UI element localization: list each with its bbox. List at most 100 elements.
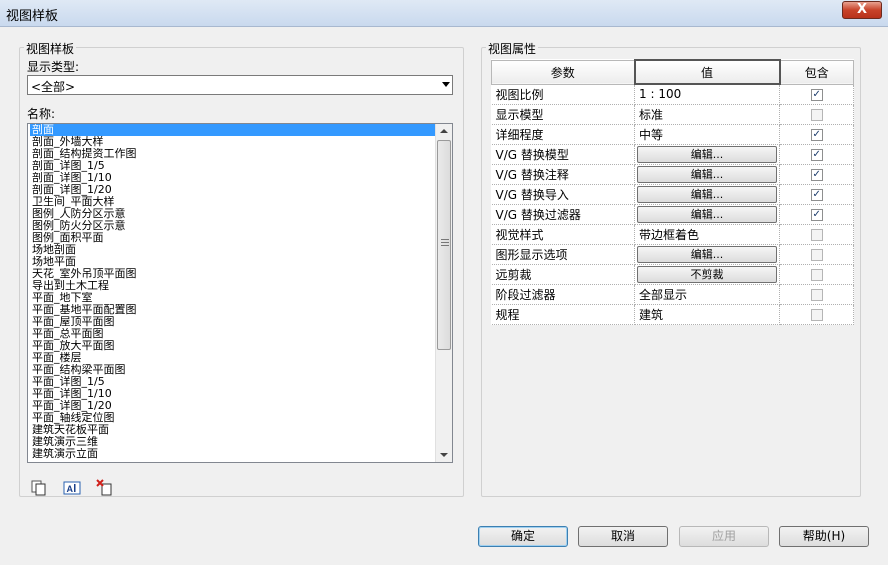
list-item[interactable]: 图例_人防分区示意 xyxy=(30,208,435,220)
value-cell: 1 : 100 xyxy=(634,84,781,105)
edit-button[interactable]: 编辑... xyxy=(637,165,778,183)
delete-icon[interactable] xyxy=(96,479,114,497)
edit-button[interactable]: 不剪裁 xyxy=(637,265,778,283)
ok-button[interactable]: 确定 xyxy=(478,526,568,547)
edit-button[interactable]: 编辑... xyxy=(637,205,778,223)
table-row: 图形显示选项 编辑... xyxy=(491,244,854,265)
list-item[interactable]: 平面_放大平面图 xyxy=(30,340,435,352)
rename-icon[interactable]: A xyxy=(63,479,81,497)
param-cell: 阶段过滤器 xyxy=(491,284,636,305)
include-checkbox[interactable] xyxy=(810,88,823,101)
param-cell: 视图比例 xyxy=(491,84,636,105)
names-label: 名称: xyxy=(27,107,56,121)
table-row: 规程 建筑 xyxy=(491,304,854,325)
grid-body: 视图比例1 : 100显示模型标准详细程度中等V/G 替换模型编辑...V/G … xyxy=(491,84,854,325)
list-item[interactable]: 导出到土木工程 xyxy=(30,280,435,292)
grip-line xyxy=(441,239,449,240)
list-scrollbar[interactable] xyxy=(435,124,452,462)
cancel-button[interactable]: 取消 xyxy=(578,526,668,547)
value-cell: 标准 xyxy=(634,104,781,125)
column-header-value[interactable]: 值 xyxy=(633,59,781,85)
param-cell: V/G 替换模型 xyxy=(491,144,636,165)
list-item[interactable]: 剖面_详图_1/5 xyxy=(30,160,435,172)
include-checkbox[interactable] xyxy=(810,288,823,301)
list-item[interactable]: 剖面_详图_1/10 xyxy=(30,172,435,184)
table-row: V/G 替换过滤器 编辑... xyxy=(491,204,854,225)
chevron-down-icon xyxy=(442,82,450,87)
edit-button[interactable]: 编辑... xyxy=(637,145,778,163)
scroll-thumb[interactable] xyxy=(437,140,451,350)
edit-button[interactable]: 编辑... xyxy=(637,185,778,203)
include-cell xyxy=(779,184,854,205)
include-cell xyxy=(779,224,854,245)
include-cell xyxy=(779,304,854,325)
include-checkbox[interactable] xyxy=(810,168,823,181)
duplicate-icon[interactable] xyxy=(30,479,48,497)
param-cell: V/G 替换过滤器 xyxy=(491,204,636,225)
list-item[interactable]: 剖面_结构提资工作图 xyxy=(30,148,435,160)
include-cell xyxy=(779,264,854,285)
value-cell: 编辑... xyxy=(634,184,781,205)
grip-line xyxy=(441,242,449,243)
list-item[interactable]: 天花_室外吊顶平面图 xyxy=(30,268,435,280)
list-item[interactable]: 场地剖面 xyxy=(30,244,435,256)
template-list[interactable]: 剖面 剖面_外墙大样 剖面_结构提资工作图 剖面_详图_1/5 剖面_详图_1/10 剖面… xyxy=(27,123,453,463)
table-row: 显示模型 标准 xyxy=(491,104,854,125)
value-cell: 编辑... xyxy=(634,164,781,185)
view-templates-group-label: 视图样板 xyxy=(24,40,77,57)
list-item[interactable]: 平面_轴线定位图 xyxy=(30,412,435,424)
table-row: V/G 替换导入 编辑... xyxy=(491,184,854,205)
list-item[interactable]: 平面_总平面图 xyxy=(30,328,435,340)
list-item[interactable]: 图例_防火分区示意 xyxy=(30,220,435,232)
help-button[interactable]: 帮助(H) xyxy=(779,526,869,547)
include-checkbox[interactable] xyxy=(810,148,823,161)
list-item[interactable]: 平面_结构梁平面图 xyxy=(30,364,435,376)
column-header-param[interactable]: 参数 xyxy=(490,59,636,85)
title-bar: 视图样板 X xyxy=(0,0,888,27)
view-properties-grid: 参数 值 包含 视图比例1 : 100显示模型标准详细程度中等V/G 替换模型编… xyxy=(490,59,854,325)
table-row: 阶段过滤器 全部显示 xyxy=(491,284,854,305)
list-item[interactable]: 建筑天花板平面 xyxy=(30,424,435,436)
list-item[interactable]: 平面_详图_1/5 xyxy=(30,376,435,388)
list-item[interactable]: 平面_楼层 xyxy=(30,352,435,364)
list-item[interactable]: 剖面_详图_1/20 xyxy=(30,184,435,196)
value-cell: 编辑... xyxy=(634,144,781,165)
include-checkbox[interactable] xyxy=(810,308,823,321)
scroll-up-arrow-icon[interactable] xyxy=(440,129,448,133)
param-cell: 规程 xyxy=(491,304,636,325)
scroll-down-arrow-icon[interactable] xyxy=(440,453,448,457)
list-item[interactable]: 平面_基地平面配置图 xyxy=(30,304,435,316)
include-checkbox[interactable] xyxy=(810,268,823,281)
value-cell: 建筑 xyxy=(634,304,781,325)
include-cell xyxy=(779,204,854,225)
close-button[interactable]: X xyxy=(842,1,882,19)
include-checkbox[interactable] xyxy=(810,108,823,121)
list-item[interactable]: 平面_详图_1/20 xyxy=(30,400,435,412)
list-item[interactable]: 建筑演示立面 xyxy=(30,448,435,460)
list-item[interactable]: 建筑演示三维 xyxy=(30,436,435,448)
value-cell: 中等 xyxy=(634,124,781,145)
list-item[interactable]: 剖面 xyxy=(30,124,435,136)
dialog-body: 视图样板 显示类型: <全部> 名称: 剖面 剖面_外墙大样 剖面_结构提资工作图剖… xyxy=(0,27,888,565)
table-row: V/G 替换注释 编辑... xyxy=(491,164,854,185)
list-item[interactable]: 场地平面 xyxy=(30,256,435,268)
include-checkbox[interactable] xyxy=(810,208,823,221)
include-checkbox[interactable] xyxy=(810,228,823,241)
list-item[interactable]: 平面_地下室 xyxy=(30,292,435,304)
list-item[interactable]: 平面_详图_1/10 xyxy=(30,388,435,400)
show-type-dropdown[interactable]: <全部> xyxy=(27,75,453,95)
list-item[interactable]: 卫生间_平面大样 xyxy=(30,196,435,208)
table-row: 视觉样式 带边框着色 xyxy=(491,224,854,245)
include-checkbox[interactable] xyxy=(810,128,823,141)
edit-button[interactable]: 编辑... xyxy=(637,245,778,263)
include-cell xyxy=(779,284,854,305)
list-item[interactable]: 平面_屋顶平面图 xyxy=(30,316,435,328)
list-item[interactable]: 图例_面积平面 xyxy=(30,232,435,244)
window-title: 视图样板 xyxy=(6,9,59,24)
list-item[interactable]: 剖面_外墙大样 xyxy=(30,136,435,148)
column-header-include[interactable]: 包含 xyxy=(779,59,854,85)
include-checkbox[interactable] xyxy=(810,188,823,201)
table-row: 详细程度 中等 xyxy=(491,124,854,145)
show-type-label: 显示类型: xyxy=(27,60,80,74)
include-checkbox[interactable] xyxy=(810,248,823,261)
